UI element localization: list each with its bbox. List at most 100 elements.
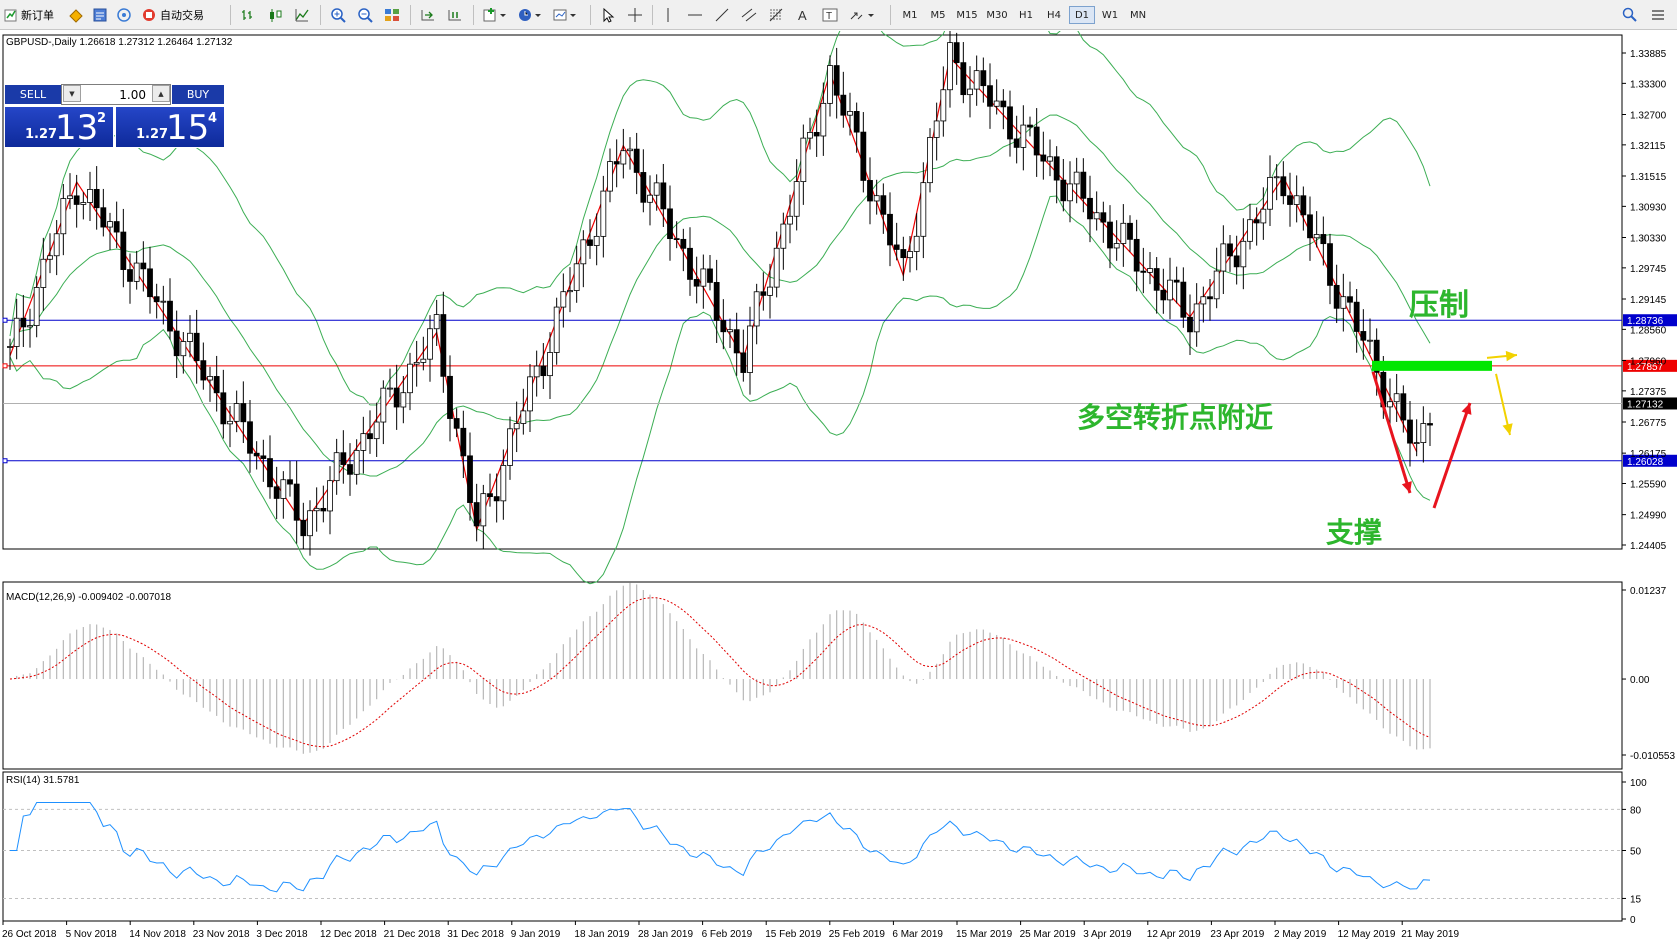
bull-candle (593, 235, 600, 246)
zoom-out-button[interactable] (357, 4, 373, 26)
fibonacci-button[interactable] (768, 4, 784, 26)
price-tick-label: 1.24405 (1630, 541, 1667, 552)
timeframe-h1[interactable]: H1 (1013, 6, 1039, 24)
bull-candle (227, 420, 233, 425)
templates-button[interactable] (553, 4, 579, 26)
toolbar-separator (652, 5, 653, 25)
trendline-button[interactable] (714, 4, 730, 26)
price-tick-label: 1.28560 (1630, 325, 1667, 336)
bear-candle (867, 180, 873, 202)
bull-candle (373, 421, 380, 440)
indicators-button[interactable] (483, 4, 509, 26)
tile-windows-button[interactable] (384, 4, 400, 26)
bear-candle (1080, 171, 1087, 199)
chart-canvas[interactable]: 1.287361.278571.271321.26028 1.338851.33… (0, 31, 1677, 952)
bull-candle (1260, 208, 1267, 224)
candlestick-button[interactable] (267, 4, 283, 26)
new-order-button[interactable]: 新订单 (4, 4, 54, 26)
bear-candle (1153, 268, 1160, 291)
bear-candle (1007, 106, 1013, 140)
horizontal-line-button[interactable] (687, 4, 703, 26)
timeframe-m30[interactable]: M30 (983, 6, 1011, 24)
bull-candle (627, 148, 633, 152)
vertical-line-button[interactable] (660, 4, 676, 26)
bull-candle (180, 341, 187, 357)
date-tick-label: 3 Dec 2018 (256, 929, 308, 940)
buy-price-quote[interactable]: 1.27 15 4 (115, 106, 225, 148)
price-tick-label: 1.25590 (1630, 480, 1667, 491)
zoom-in-button[interactable] (330, 4, 346, 26)
bull-candle (533, 365, 540, 378)
timeframe-mn[interactable]: MN (1125, 6, 1151, 24)
bull-candle (547, 352, 553, 377)
data-window-button[interactable] (92, 4, 108, 26)
bull-candle (107, 221, 113, 228)
date-tick-label: 26 Oct 2018 (2, 929, 57, 940)
rsi-tick-label: 100 (1630, 778, 1647, 789)
buy-button[interactable]: BUY (171, 84, 225, 105)
macd-header: MACD(12,26,9) -0.009402 -0.007018 (6, 592, 172, 603)
text-label-button[interactable]: T (822, 4, 838, 26)
timeframe-m15[interactable]: M15 (953, 6, 981, 24)
timeframe-d1[interactable]: D1 (1069, 6, 1095, 24)
bear-candle (153, 296, 160, 303)
timeframe-m1[interactable]: M1 (897, 6, 923, 24)
chart-shift-button[interactable] (447, 4, 463, 26)
sell-button[interactable]: SELL (4, 84, 62, 105)
bear-candle (120, 231, 127, 270)
bull-candle (1273, 176, 1280, 179)
zoom-in-icon (331, 8, 346, 23)
menu-button[interactable] (1650, 4, 1666, 26)
search-button[interactable] (1622, 4, 1638, 26)
bear-candle (1227, 243, 1233, 257)
price-tick-label: 1.30930 (1630, 202, 1667, 213)
cursor-icon (603, 7, 615, 23)
bear-candle (1333, 284, 1340, 309)
bull-candle (967, 88, 973, 96)
bull-candle (1220, 243, 1227, 272)
navigator-button[interactable] (116, 4, 132, 26)
bear-candle (687, 247, 693, 280)
crosshair-button[interactable] (627, 4, 643, 26)
channel-button[interactable] (741, 4, 757, 26)
bear-candle (73, 195, 80, 205)
date-tick-label: 12 May 2019 (1338, 929, 1396, 940)
timeframe-w1[interactable]: W1 (1097, 6, 1123, 24)
bear-candle (1160, 289, 1167, 301)
sell-price-big: 13 (55, 108, 99, 148)
periods-button[interactable] (518, 4, 544, 26)
bear-candle (673, 238, 680, 241)
bull-candle (947, 42, 953, 91)
diamond-icon (69, 9, 83, 23)
bear-candle (340, 452, 347, 465)
bear-candle (1407, 419, 1413, 444)
text-label-icon: T (822, 8, 838, 22)
date-tick-label: 21 Dec 2018 (384, 929, 441, 940)
line-chart-button[interactable] (294, 4, 310, 26)
sell-price-quote[interactable]: 1.27 13 2 (4, 106, 114, 148)
timeframe-m5[interactable]: M5 (925, 6, 951, 24)
cursor-button[interactable] (600, 4, 616, 26)
date-tick-label: 18 Jan 2019 (574, 929, 629, 940)
bear-candle (447, 375, 453, 419)
bull-candle (33, 287, 40, 326)
date-tick-label: 23 Apr 2019 (1210, 929, 1264, 940)
date-tick-label: 28 Jan 2019 (638, 929, 693, 940)
lot-decrease-button[interactable]: ▼ (63, 85, 81, 102)
bear-candle (1140, 270, 1147, 273)
price-tick-label: 1.27375 (1630, 387, 1667, 398)
arrows-button[interactable] (849, 4, 877, 26)
bar-chart-button[interactable] (240, 4, 256, 26)
date-tick-label: 2 May 2019 (1274, 929, 1327, 940)
bull-candle (420, 358, 427, 363)
timeframe-h4[interactable]: H4 (1041, 6, 1067, 24)
chart-window[interactable]: 1.28736 1.27857 1.27132 1.26028 1.33885 1.33… (0, 31, 1677, 952)
lot-increase-button[interactable]: ▲ (152, 85, 170, 102)
price-tick-label: 1.26175 (1630, 449, 1667, 460)
text-button[interactable]: A (795, 4, 811, 26)
autotrading-button[interactable]: 自动交易 (141, 4, 204, 26)
bear-candle (1187, 316, 1193, 333)
market-watch-button[interactable] (68, 4, 84, 26)
autotrading-icon (143, 9, 155, 21)
autoscroll-button[interactable] (420, 4, 436, 26)
